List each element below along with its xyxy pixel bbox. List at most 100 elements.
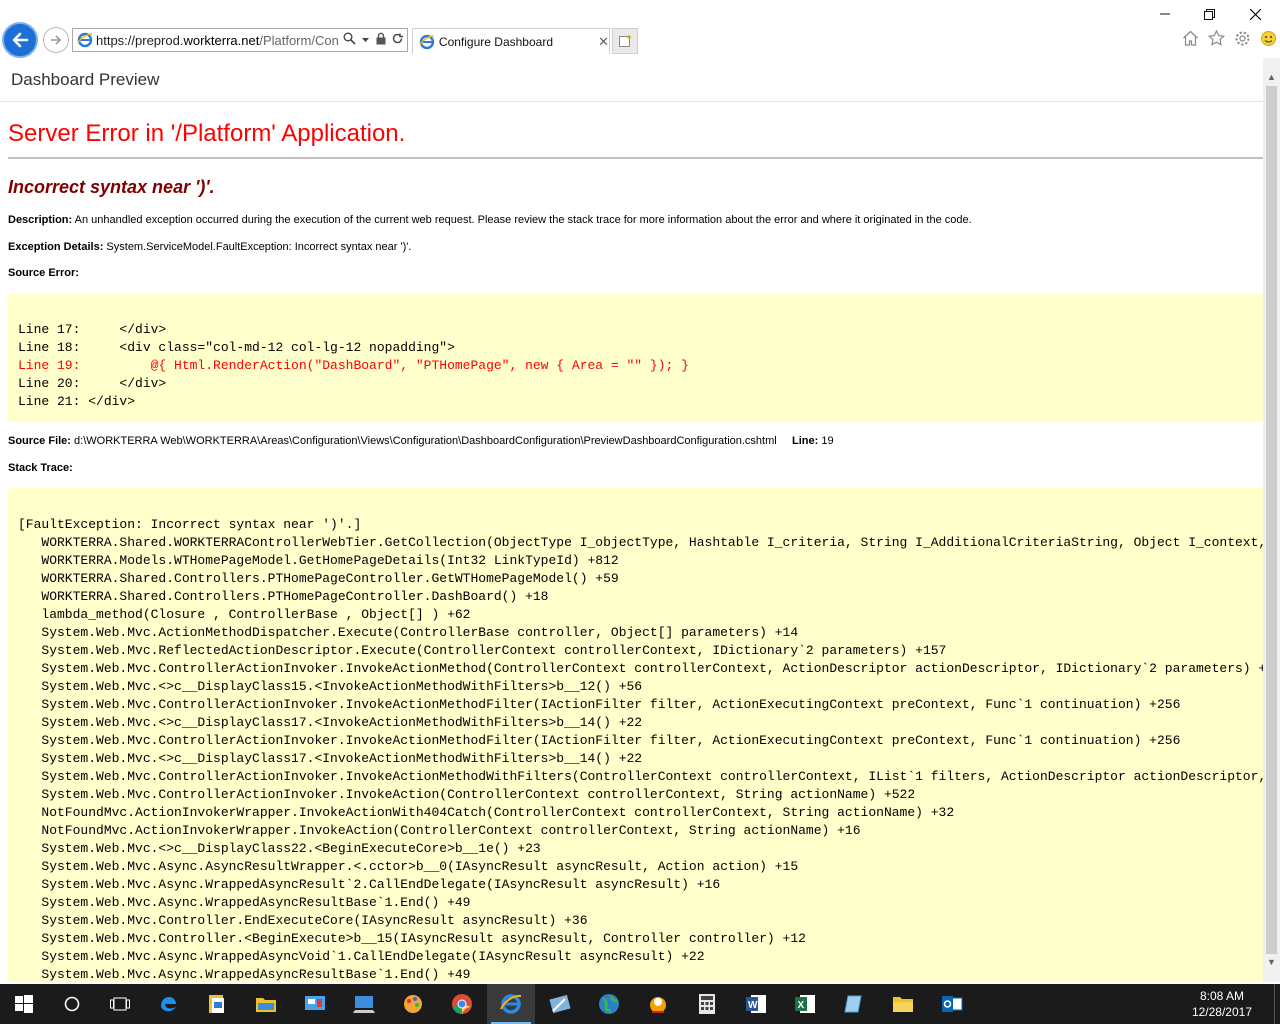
stack-trace-label: Stack Trace: [8, 462, 73, 474]
remote-desktop-icon [353, 994, 375, 1014]
new-tab-button[interactable] [612, 28, 638, 54]
ie-tab-icon [419, 34, 435, 49]
taskbar-remote-desktop-button[interactable] [340, 984, 388, 1024]
taskbar-word-button[interactable]: W [732, 984, 780, 1024]
lock-icon[interactable] [374, 32, 388, 48]
snipping-tool-icon [549, 993, 571, 1015]
task-view-icon [110, 996, 130, 1012]
browser-chrome: https://preprod.workterra.net/Platform/C… [0, 0, 1280, 58]
taskbar-task-view-button[interactable] [96, 984, 144, 1024]
forward-button[interactable] [43, 27, 69, 53]
address-bar[interactable]: https://preprod.workterra.net/Platform/C… [72, 28, 408, 52]
minimize-button[interactable] [1142, 4, 1188, 24]
edge-icon [157, 993, 179, 1015]
url-text[interactable]: https://preprod.workterra.net/Platform/C… [96, 33, 338, 48]
description-label: Description: [8, 214, 73, 226]
refresh-icon[interactable] [390, 32, 404, 48]
page-content: Dashboard Preview Server Error in '/Plat… [0, 58, 1263, 982]
paint-icon [402, 993, 424, 1015]
feedback-smiley-icon[interactable] [1258, 28, 1278, 48]
settings-gear-icon[interactable] [1232, 28, 1252, 48]
search-icon [63, 995, 81, 1013]
taskbar-file-manager-button[interactable] [193, 984, 241, 1024]
exception-text: System.ServiceModel.FaultException: Inco… [106, 241, 412, 253]
address-search-icon[interactable] [342, 32, 356, 48]
taskbar-edge-button[interactable] [144, 984, 192, 1024]
url-domain: workterra.net [183, 32, 260, 48]
taskbar-fiddler-button[interactable] [634, 984, 682, 1024]
taskbar-snipping-tool-button[interactable] [536, 984, 584, 1024]
tab-configure-dashboard[interactable]: Configure Dashboard ✕ [412, 28, 610, 54]
source-error-box: Line 17: </div> Line 18: <div class="col-… [8, 294, 1263, 422]
error-subtitle: Incorrect syntax near ')'. [8, 177, 215, 197]
svg-text:X: X [798, 1000, 805, 1011]
stack-line: WORKTERRA.Shared.Controllers.PTHomePageC… [18, 571, 619, 586]
stack-line: WORKTERRA.Shared.Controllers.PTHomePageC… [18, 589, 549, 604]
url-path: /Platform/Confi [259, 32, 338, 48]
preview-header: Dashboard Preview [0, 58, 1263, 102]
stack-line: System.Web.Mvc.Async.WrappedAsyncResultB… [18, 967, 471, 982]
close-tab-icon[interactable]: ✕ [598, 34, 609, 50]
taskbar-network-button[interactable] [291, 984, 339, 1024]
taskbar-notepad-button[interactable] [830, 984, 878, 1024]
taskbar-start-button[interactable] [0, 984, 48, 1024]
stack-line: System.Web.Mvc.ReflectedActionDescriptor… [18, 643, 947, 658]
back-button[interactable] [2, 22, 38, 58]
close-window-button[interactable] [1232, 4, 1278, 24]
source-file-label: Source File: [8, 435, 71, 447]
stack-trace-box: [FaultException: Incorrect syntax near '… [8, 488, 1263, 982]
tab-title: Configure Dashboard [438, 34, 553, 49]
clock-date: 12/28/2017 [1191, 1005, 1252, 1019]
restore-button[interactable] [1186, 4, 1232, 24]
line-label: Line: [792, 435, 819, 447]
scroll-up-icon[interactable]: ▲ [1263, 68, 1280, 85]
stack-line: System.Web.Mvc.ControllerActionInvoker.I… [18, 697, 1181, 712]
taskbar-outlook-button[interactable] [928, 984, 976, 1024]
taskbar-globe-button[interactable] [585, 984, 633, 1024]
file-manager-icon [207, 993, 227, 1015]
exception-label: Exception Details: [8, 241, 104, 253]
stack-line: System.Web.Mvc.ControllerActionInvoker.I… [18, 733, 1181, 748]
divider [8, 157, 1263, 159]
taskbar: W X 8:08 AM 12/28/2017 [0, 984, 1280, 1024]
stack-line: WORKTERRA.Shared.WORKTERRAControllerWebT… [18, 535, 1263, 550]
ie-page-icon [77, 32, 93, 48]
dropdown-icon[interactable] [358, 32, 372, 48]
stack-line: lambda_method(Closure , ControllerBase ,… [18, 607, 471, 622]
taskbar-paint-button[interactable] [389, 984, 437, 1024]
taskbar-excel-button[interactable]: X [781, 984, 829, 1024]
taskbar-folder-button[interactable] [242, 984, 290, 1024]
vertical-scrollbar[interactable]: ▲ ▼ [1263, 58, 1280, 982]
stack-line: System.Web.Mvc.Async.WrappedAsyncVoid`1.… [18, 949, 705, 964]
system-clock[interactable]: 8:08 AM 12/28/2017 [1192, 988, 1252, 1020]
svg-text:W: W [748, 1000, 758, 1011]
source-error-row: Source Error: [8, 267, 79, 279]
taskbar-search-button[interactable] [48, 984, 96, 1024]
file-explorer-icon [892, 994, 914, 1014]
word-icon: W [745, 993, 767, 1015]
url-prefix: https://preprod. [96, 32, 184, 48]
clock-time: 8:08 AM [1199, 989, 1244, 1003]
taskbar-internet-explorer-button[interactable] [487, 984, 535, 1024]
stack-line: System.Web.Mvc.Async.WrappedAsyncResultB… [18, 895, 471, 910]
source-file-text: d:\WORKTERRA Web\WORKTERRA\Areas\Configu… [74, 435, 777, 447]
taskbar-chrome-button[interactable] [438, 984, 486, 1024]
favorites-star-icon[interactable] [1206, 28, 1226, 48]
scroll-thumb[interactable] [1266, 86, 1277, 954]
taskbar-calculator-button[interactable] [683, 984, 731, 1024]
show-desktop-button[interactable] [1274, 984, 1280, 1024]
stack-line: System.Web.Mvc.<>c__DisplayClass15.<Invo… [18, 679, 643, 694]
excel-icon: X [794, 993, 816, 1015]
error-title: Server Error in '/Platform' Application. [8, 120, 406, 147]
scroll-down-icon[interactable]: ▼ [1263, 953, 1280, 970]
stack-line: System.Web.Mvc.<>c__DisplayClass17.<Invo… [18, 751, 643, 766]
stack-line: NotFoundMvc.ActionInvokerWrapper.InvokeA… [18, 823, 861, 838]
stack-line: System.Web.Mvc.<>c__DisplayClass22.<Begi… [18, 841, 541, 856]
stack-line: System.Web.Mvc.Controller.EndExecuteCore… [18, 913, 588, 928]
home-icon[interactable] [1180, 28, 1200, 48]
stack-line: System.Web.Mvc.<>c__DisplayClass17.<Invo… [18, 715, 643, 730]
stack-line: System.Web.Mvc.Controller.<BeginExecute>… [18, 931, 806, 946]
taskbar-file-explorer-button[interactable] [879, 984, 927, 1024]
description-text: An unhandled exception occurred during t… [74, 214, 972, 226]
calculator-icon [698, 993, 716, 1015]
